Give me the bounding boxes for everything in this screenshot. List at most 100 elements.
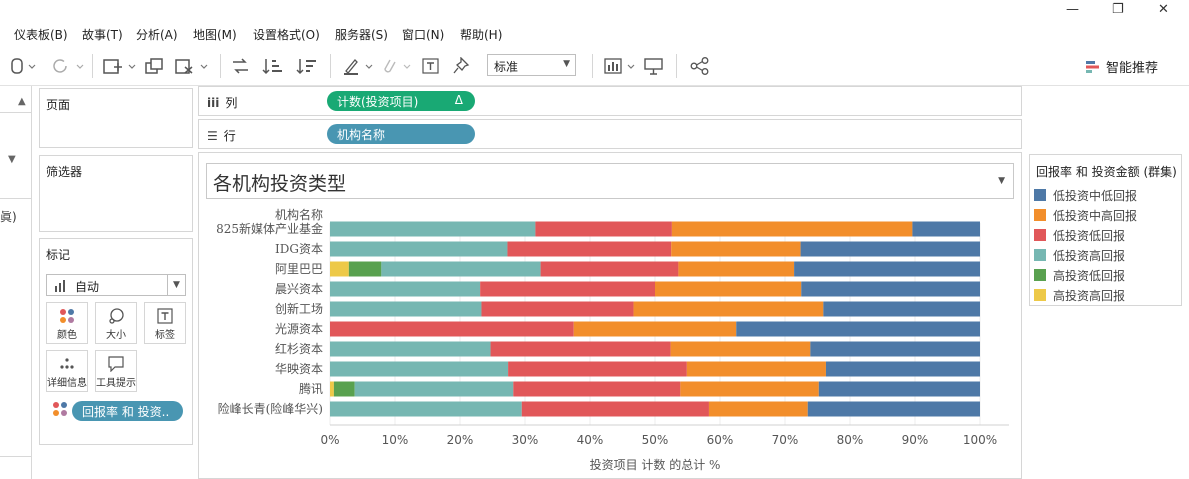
x-tick-label: 50% (642, 433, 669, 447)
bar-segment (686, 361, 826, 377)
row-header-label: 机构名称 (275, 207, 323, 222)
bar-segment (330, 301, 482, 317)
columns-pill[interactable]: 计数(投资项目) Δ (327, 91, 475, 111)
tooltip-icon (96, 356, 136, 374)
marks-panel: 标记 自动 ▼ 颜色 大小 标签 详细信息 工具提示 回报率 和 投资.. (39, 238, 193, 445)
legend-item[interactable]: 低投资中高回报 (1034, 207, 1137, 223)
label-mark-button[interactable]: 标签 (144, 302, 186, 344)
close-icon[interactable]: ✕ (1158, 2, 1169, 17)
bar-segment (535, 221, 672, 237)
show-me-icon (1086, 60, 1099, 73)
share-icon[interactable] (690, 56, 710, 76)
menu-format[interactable]: 设置格式(O) (253, 26, 320, 43)
pages-panel[interactable]: 页面 (39, 88, 193, 148)
category-label: 华映资本 (275, 362, 323, 376)
show-labels-icon[interactable] (422, 56, 440, 76)
dropdown-arrow-icon[interactable]: ▼ (8, 154, 16, 165)
color-mark-button[interactable]: 颜色 (46, 302, 88, 344)
clear-sheet-icon[interactable] (174, 56, 208, 76)
x-tick-label: 80% (837, 433, 864, 447)
mark-fit-value: 标准 (494, 60, 519, 74)
detail-mark-button[interactable]: 详细信息 (46, 350, 88, 392)
x-tick-label: 60% (707, 433, 734, 447)
pin-icon[interactable] (452, 56, 470, 76)
sort-ascending-icon[interactable] (262, 56, 284, 76)
legend-item[interactable]: 低投资高回报 (1034, 247, 1125, 263)
bar-segment (330, 221, 536, 237)
columns-shelf[interactable]: iii 列 计数(投资项目) Δ (198, 86, 1022, 116)
new-worksheet-icon[interactable] (102, 56, 136, 76)
legend-swatch (1034, 229, 1046, 241)
collapse-arrow-icon[interactable]: ▲ (18, 96, 26, 107)
legend-item[interactable]: 低投资中低回报 (1034, 187, 1137, 203)
color-field-pill[interactable]: 回报率 和 投资.. (72, 401, 183, 421)
color-label: 颜色 (57, 330, 77, 341)
presentation-icon[interactable] (644, 56, 664, 76)
bar-segment (633, 301, 824, 317)
group-members-icon[interactable] (380, 56, 414, 76)
bar-segment (818, 381, 980, 397)
menu-story[interactable]: 故事(T) (82, 26, 123, 43)
bar-segment (540, 261, 679, 277)
size-icon (96, 308, 136, 326)
category-label: 光源资本 (275, 322, 323, 336)
datasource-icon[interactable] (10, 56, 36, 76)
show-me-button[interactable]: 智能推荐 (1086, 57, 1158, 76)
color-dots-icon (52, 401, 68, 420)
menu-map[interactable]: 地图(M) (193, 26, 237, 43)
rows-pill[interactable]: 机构名称 (327, 124, 475, 144)
mark-type-value: 自动 (75, 280, 100, 294)
bar-segment (333, 381, 355, 397)
bar-segment (912, 221, 980, 237)
bar-segment (381, 261, 541, 277)
legend-swatch (1034, 209, 1046, 221)
stacked-bar-chart: 机构名称825新媒体产业基金 IDG资本阿里巴巴晨兴资本创新工场光源资本红杉资本华… (216, 207, 1009, 472)
sort-descending-icon[interactable] (296, 56, 318, 76)
menu-server[interactable]: 服务器(S) (335, 26, 388, 43)
x-tick-label: 30% (512, 433, 539, 447)
duplicate-sheet-icon[interactable] (144, 56, 166, 76)
x-axis-title: 投资项目 计数 的总计 % (590, 457, 721, 472)
columns-icon: iii (207, 96, 220, 110)
rows-shelf[interactable]: ☰ 行 机构名称 (198, 119, 1022, 149)
mark-fit-select[interactable]: 标准 ▼ (487, 54, 576, 76)
legend-title: 回报率 和 投资金额 (群集) (1036, 165, 1177, 179)
bar-segment (330, 381, 334, 397)
legend-item[interactable]: 高投资低回报 (1034, 267, 1125, 283)
size-mark-button[interactable]: 大小 (95, 302, 137, 344)
chevron-down-icon: ▼ (167, 275, 185, 295)
bar-segment (481, 301, 634, 317)
swap-icon[interactable] (230, 56, 252, 76)
bar-segment (480, 281, 655, 297)
category-label: 腾讯 (299, 381, 323, 396)
menu-help[interactable]: 帮助(H) (460, 26, 502, 43)
menu-bar: 仪表板(B) 故事(T) 分析(A) 地图(M) 设置格式(O) 服务器(S) … (0, 0, 1189, 46)
bar-segment (330, 321, 574, 337)
filters-title: 筛选器 (46, 165, 83, 179)
legend-swatch (1034, 249, 1046, 261)
refresh-icon[interactable] (50, 56, 84, 76)
legend-item[interactable]: 低投资低回报 (1034, 227, 1125, 243)
bar-segment (330, 241, 508, 257)
x-tick-label: 100% (963, 433, 997, 447)
x-tick-label: 70% (772, 433, 799, 447)
toolbar: 标准 ▼ 智能推荐 (0, 46, 1189, 86)
legend-item[interactable]: 高投资高回报 (1034, 287, 1125, 303)
detail-dots-icon (47, 356, 87, 374)
bar-segment (573, 321, 737, 337)
bar-segment (680, 381, 819, 397)
filters-panel[interactable]: 筛选器 (39, 155, 193, 232)
size-label: 大小 (106, 330, 126, 341)
bar-segment (354, 381, 514, 397)
mark-type-select[interactable]: 自动 ▼ (46, 274, 186, 296)
tooltip-mark-button[interactable]: 工具提示 (95, 350, 137, 392)
show-cards-icon[interactable] (604, 56, 638, 76)
menu-analysis[interactable]: 分析(A) (136, 26, 178, 43)
menu-window[interactable]: 窗口(N) (402, 26, 444, 43)
restore-icon[interactable]: ❐ (1112, 2, 1124, 17)
menu-dashboard[interactable]: 仪表板(B) (14, 26, 68, 43)
minimize-icon[interactable]: — (1066, 2, 1079, 17)
category-label: 险峰长青(险峰华兴) (218, 401, 323, 416)
highlight-pen-icon[interactable] (342, 56, 376, 76)
tooltip-label: 工具提示 (96, 378, 136, 389)
